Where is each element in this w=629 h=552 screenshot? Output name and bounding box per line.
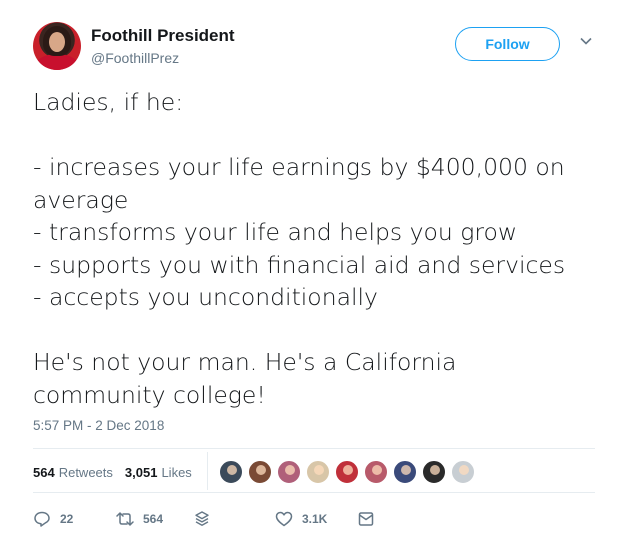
tweet-actions: 22 564 3.1K: [33, 508, 603, 530]
liker-avatar[interactable]: [277, 460, 301, 484]
tweet-line: - increases your life earnings by $400,0…: [33, 153, 565, 181]
chevron-down-icon[interactable]: [579, 34, 593, 48]
avatar[interactable]: [33, 22, 81, 70]
share-stack-button[interactable]: [193, 508, 220, 530]
liker-avatar[interactable]: [335, 460, 359, 484]
divider: [33, 448, 595, 449]
tweet-line: community college!: [33, 380, 266, 409]
retweet-icon: [116, 512, 134, 526]
like-button[interactable]: 3.1K: [275, 508, 327, 530]
divider: [33, 492, 595, 493]
likes-count[interactable]: 3,051: [125, 465, 158, 480]
engagement-stats: 564 Retweets 3,051 Likes: [33, 462, 204, 482]
liker-avatar[interactable]: [393, 460, 417, 484]
tweet-line: - transforms your life and helps you gro…: [33, 218, 518, 246]
liker-avatar[interactable]: [451, 460, 475, 484]
retweet-count: 564: [143, 512, 164, 526]
liker-avatar[interactable]: [422, 460, 446, 484]
tweet-header: Foothill President @FoothillPrez Follow: [33, 22, 603, 74]
liker-avatar[interactable]: [306, 460, 330, 484]
liker-avatar[interactable]: [219, 460, 243, 484]
follow-button[interactable]: Follow: [455, 27, 560, 61]
tweet-text: Ladies, if he: - increases your life ear…: [33, 86, 603, 411]
liker-avatar[interactable]: [248, 460, 272, 484]
retweets-count[interactable]: 564: [33, 465, 55, 480]
tweet-line: average: [33, 185, 129, 214]
heart-icon: [275, 511, 293, 527]
reply-count: 22: [60, 512, 74, 526]
timestamp[interactable]: 5:57 PM - 2 Dec 2018: [33, 418, 164, 433]
tweet-line: - accepts you unconditionally: [33, 283, 378, 311]
display-name[interactable]: Foothill President: [91, 26, 235, 46]
retweets-label[interactable]: Retweets: [59, 465, 113, 480]
liker-avatars: [219, 460, 480, 484]
envelope-icon: [358, 512, 374, 526]
tweet-line: He's not your man. He's a California: [33, 348, 457, 376]
stats-separator: [207, 452, 208, 490]
direct-message-button[interactable]: [357, 508, 384, 530]
liker-avatar[interactable]: [364, 460, 388, 484]
tweet-line: - supports you with financial aid and se…: [33, 250, 566, 279]
retweet-button[interactable]: 564: [116, 508, 163, 530]
user-handle[interactable]: @FoothillPrez: [91, 50, 179, 66]
likes-label[interactable]: Likes: [161, 465, 191, 480]
tweet-line: Ladies, if he:: [33, 88, 184, 116]
like-count: 3.1K: [302, 512, 328, 526]
stack-icon: [195, 511, 209, 526]
reply-button[interactable]: 22: [33, 508, 73, 530]
reply-icon: [34, 511, 50, 527]
